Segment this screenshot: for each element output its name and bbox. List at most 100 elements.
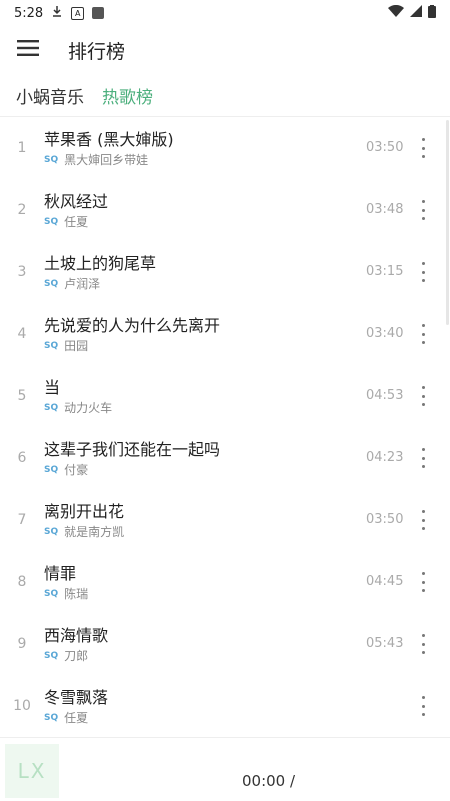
more-options-icon[interactable] bbox=[416, 324, 430, 344]
quality-badge: SQ bbox=[44, 278, 59, 289]
song-artist: 就是南方凯 bbox=[64, 525, 125, 539]
song-duration: 05:43 bbox=[366, 636, 404, 651]
song-duration: 04:23 bbox=[366, 450, 404, 465]
song-duration: 03:15 bbox=[366, 264, 404, 279]
quality-badge: SQ bbox=[44, 650, 59, 661]
more-options-icon[interactable] bbox=[416, 200, 430, 220]
song-duration: 04:45 bbox=[366, 574, 404, 589]
song-row[interactable]: 1 苹果香 (黑大婶版) SQ 黑大婶回乡带娃 03:50 bbox=[0, 117, 450, 179]
more-options-icon[interactable] bbox=[416, 138, 430, 158]
player-bar[interactable]: LX 00:00 / bbox=[0, 737, 450, 801]
song-row[interactable]: 9 西海情歌 SQ 刀郎 05:43 bbox=[0, 613, 450, 675]
song-row[interactable]: 8 情罪 SQ 陈瑞 04:45 bbox=[0, 551, 450, 613]
hamburger-menu-icon bbox=[17, 40, 39, 60]
quality-badge: SQ bbox=[44, 216, 59, 227]
song-row[interactable]: 4 先说爱的人为什么先离开 SQ 田园 03:40 bbox=[0, 303, 450, 365]
more-options-icon[interactable] bbox=[416, 572, 430, 592]
song-artist: 任夏 bbox=[64, 711, 89, 725]
song-title: 离别开出花 bbox=[44, 502, 125, 521]
notification-icon bbox=[92, 7, 105, 19]
album-art-logo[interactable]: LX bbox=[5, 744, 59, 798]
quality-badge: SQ bbox=[44, 588, 59, 599]
song-rank: 7 bbox=[17, 512, 27, 528]
quality-badge: SQ bbox=[44, 526, 59, 537]
more-options-icon[interactable] bbox=[416, 696, 430, 716]
song-title: 情罪 bbox=[44, 564, 77, 583]
page-title: 排行榜 bbox=[68, 40, 126, 63]
playback-time: 00:00 / bbox=[242, 772, 296, 790]
quality-badge: SQ bbox=[44, 340, 59, 351]
song-rank: 1 bbox=[17, 140, 27, 156]
quality-badge: SQ bbox=[44, 464, 59, 475]
more-options-icon[interactable] bbox=[416, 510, 430, 530]
song-rank: 10 bbox=[13, 698, 31, 714]
song-meta: SQ 卢润泽 bbox=[44, 275, 100, 292]
song-meta: SQ 陈瑞 bbox=[44, 585, 88, 602]
status-bar: 5:28 A bbox=[0, 0, 450, 26]
song-rank: 9 bbox=[17, 636, 27, 652]
quality-badge: SQ bbox=[44, 154, 59, 165]
song-duration: 03:50 bbox=[366, 140, 404, 155]
app-notification-icon: A bbox=[71, 6, 85, 20]
song-artist: 任夏 bbox=[64, 215, 89, 229]
song-artist: 黑大婶回乡带娃 bbox=[64, 153, 149, 167]
song-meta: SQ 田园 bbox=[44, 337, 88, 354]
more-options-icon[interactable] bbox=[416, 448, 430, 468]
song-duration: 03:50 bbox=[366, 512, 404, 527]
song-list[interactable]: 1 苹果香 (黑大婶版) SQ 黑大婶回乡带娃 03:50 2 秋风经过 SQ 任夏… bbox=[0, 117, 450, 737]
song-meta: SQ 就是南方凯 bbox=[44, 523, 124, 540]
song-meta: SQ 黑大婶回乡带娃 bbox=[44, 151, 148, 168]
song-artist: 付豪 bbox=[64, 463, 89, 477]
song-artist: 陈瑞 bbox=[64, 587, 89, 601]
more-options-icon[interactable] bbox=[416, 634, 430, 654]
source-tabs: 小蜗音乐 热歌榜 bbox=[0, 78, 450, 112]
song-row[interactable]: 7 离别开出花 SQ 就是南方凯 03:50 bbox=[0, 489, 450, 551]
song-rank: 4 bbox=[17, 326, 27, 342]
battery-icon bbox=[428, 4, 436, 22]
song-meta: SQ 动力火车 bbox=[44, 399, 112, 416]
tab-source[interactable]: 小蜗音乐 bbox=[16, 83, 84, 108]
song-rank: 6 bbox=[17, 450, 27, 466]
song-meta: SQ 任夏 bbox=[44, 709, 88, 726]
song-title: 这辈子我们还能在一起吗 bbox=[44, 440, 221, 459]
menu-button[interactable] bbox=[0, 26, 56, 74]
tab-hot-songs[interactable]: 热歌榜 bbox=[102, 83, 153, 108]
song-duration: 03:40 bbox=[366, 326, 404, 341]
player-fade bbox=[300, 738, 450, 801]
quality-badge: SQ bbox=[44, 402, 59, 413]
song-rank: 8 bbox=[17, 574, 27, 590]
song-duration: 03:48 bbox=[366, 202, 404, 217]
song-title: 土坡上的狗尾草 bbox=[44, 254, 157, 273]
wifi-icon bbox=[388, 4, 404, 21]
toolbar: 排行榜 bbox=[0, 26, 450, 74]
song-row[interactable]: 5 当 SQ 动力火车 04:53 bbox=[0, 365, 450, 427]
song-duration: 04:53 bbox=[366, 388, 404, 403]
song-title: 先说爱的人为什么先离开 bbox=[44, 316, 221, 335]
song-meta: SQ 刀郎 bbox=[44, 647, 88, 664]
signal-icon bbox=[410, 5, 422, 21]
song-artist: 卢润泽 bbox=[64, 277, 101, 291]
song-meta: SQ 任夏 bbox=[44, 213, 88, 230]
song-artist: 动力火车 bbox=[64, 401, 113, 415]
more-options-icon[interactable] bbox=[416, 262, 430, 282]
song-rank: 2 bbox=[17, 202, 27, 218]
song-artist: 田园 bbox=[64, 339, 89, 353]
song-row[interactable]: 3 土坡上的狗尾草 SQ 卢润泽 03:15 bbox=[0, 241, 450, 303]
song-artist: 刀郎 bbox=[64, 649, 89, 663]
song-title: 秋风经过 bbox=[44, 192, 109, 211]
song-meta: SQ 付豪 bbox=[44, 461, 88, 478]
status-time: 5:28 bbox=[14, 5, 44, 21]
song-title: 西海情歌 bbox=[44, 626, 109, 645]
song-row[interactable]: 10 冬雪飘落 SQ 任夏 bbox=[0, 675, 450, 737]
song-title: 冬雪飘落 bbox=[44, 688, 109, 707]
song-rank: 3 bbox=[17, 264, 27, 280]
song-row[interactable]: 6 这辈子我们还能在一起吗 SQ 付豪 04:23 bbox=[0, 427, 450, 489]
song-rank: 5 bbox=[17, 388, 27, 404]
song-title: 苹果香 (黑大婶版) bbox=[44, 130, 174, 149]
download-icon bbox=[51, 5, 63, 21]
quality-badge: SQ bbox=[44, 712, 59, 723]
song-row[interactable]: 2 秋风经过 SQ 任夏 03:48 bbox=[0, 179, 450, 241]
song-title: 当 bbox=[44, 378, 61, 397]
scrollbar[interactable] bbox=[446, 120, 449, 325]
more-options-icon[interactable] bbox=[416, 386, 430, 406]
